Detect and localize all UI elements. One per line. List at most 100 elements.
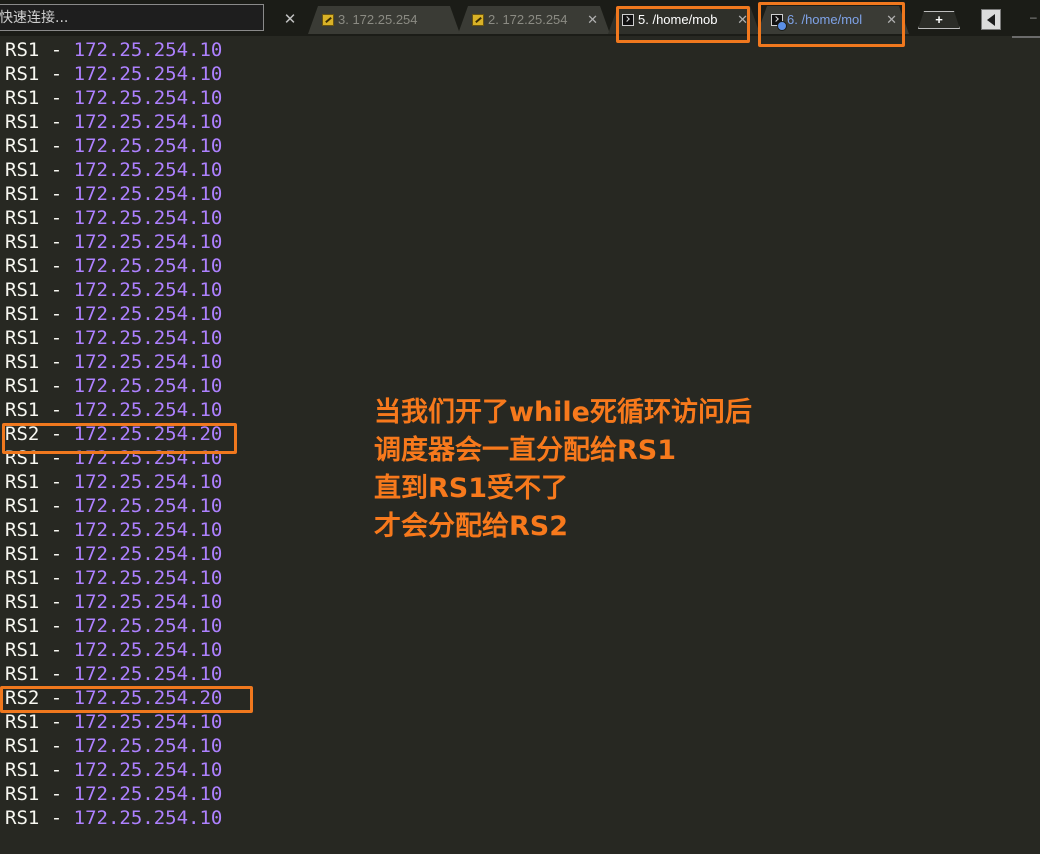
terminal-line: RS1 - 172.25.254.10 — [5, 518, 222, 542]
terminal-line: RS1 - 172.25.254.10 — [5, 758, 222, 782]
ip-address: 172.25.254.10 — [73, 591, 223, 613]
tab-session-3[interactable]: 3. 172.25.254 — [308, 6, 460, 34]
ip-address: 172.25.254.10 — [73, 543, 223, 565]
tab-overflow-mark: – — [1030, 10, 1037, 24]
key-icon — [472, 14, 484, 26]
server-name: RS1 — [5, 63, 40, 85]
ip-address: 172.25.254.10 — [73, 111, 223, 133]
highlight-tab-5 — [616, 6, 750, 43]
server-name: RS1 — [5, 111, 40, 133]
server-name: RS1 — [5, 255, 40, 277]
separator: - — [39, 591, 74, 613]
separator: - — [39, 327, 74, 349]
separator: - — [39, 207, 74, 229]
separator: - — [39, 231, 74, 253]
ip-address: 172.25.254.10 — [73, 759, 223, 781]
ip-address: 172.25.254.10 — [73, 255, 223, 277]
highlight-rs2-line-2 — [0, 686, 253, 713]
separator: - — [39, 519, 74, 541]
server-name: RS1 — [5, 591, 40, 613]
terminal-line: RS1 - 172.25.254.10 — [5, 302, 222, 326]
server-name: RS1 — [5, 279, 40, 301]
terminal-line: RS1 - 172.25.254.10 — [5, 782, 222, 806]
separator: - — [39, 567, 74, 589]
ip-address: 172.25.254.10 — [73, 399, 223, 421]
terminal-line: RS1 - 172.25.254.10 — [5, 590, 222, 614]
server-name: RS1 — [5, 567, 40, 589]
separator: - — [39, 183, 74, 205]
separator: - — [39, 711, 74, 733]
server-name: RS1 — [5, 615, 40, 637]
separator: - — [39, 759, 74, 781]
ip-address: 172.25.254.10 — [73, 375, 223, 397]
terminal-line: RS1 - 172.25.254.10 — [5, 638, 222, 662]
separator: - — [39, 543, 74, 565]
tab-label: 3. 172.25.254 — [338, 12, 418, 27]
separator: - — [39, 615, 74, 637]
annotation-line: 才会分配给RS2 — [374, 511, 569, 542]
ip-address: 172.25.254.10 — [73, 735, 223, 757]
server-name: RS1 — [5, 159, 40, 181]
ip-address: 172.25.254.10 — [73, 39, 223, 61]
terminal-line: RS1 - 172.25.254.10 — [5, 230, 222, 254]
ip-address: 172.25.254.10 — [73, 639, 223, 661]
new-tab-button[interactable]: + — [918, 11, 960, 29]
terminal-line: RS1 - 172.25.254.10 — [5, 350, 222, 374]
ip-address: 172.25.254.10 — [73, 207, 223, 229]
terminal-line: RS1 - 172.25.254.10 — [5, 374, 222, 398]
server-name: RS1 — [5, 711, 40, 733]
separator: - — [39, 399, 74, 421]
ip-address: 172.25.254.10 — [73, 615, 223, 637]
server-name: RS1 — [5, 303, 40, 325]
server-name: RS1 — [5, 663, 40, 685]
ip-address: 172.25.254.10 — [73, 159, 223, 181]
server-name: RS1 — [5, 639, 40, 661]
quick-connect-input[interactable] — [0, 4, 264, 31]
ip-address: 172.25.254.10 — [73, 711, 223, 733]
server-name: RS1 — [5, 327, 40, 349]
terminal-line: RS1 - 172.25.254.10 — [5, 398, 222, 422]
separator: - — [39, 255, 74, 277]
tab-session-2[interactable]: 2. 172.25.254 ✕ — [458, 6, 610, 34]
separator: - — [39, 111, 74, 133]
annotation-line: 当我们开了while死循环访问后 — [374, 397, 752, 428]
ip-address: 172.25.254.10 — [73, 663, 223, 685]
terminal-line: RS1 - 172.25.254.10 — [5, 182, 222, 206]
separator: - — [39, 279, 74, 301]
separator: - — [39, 39, 74, 61]
server-name: RS1 — [5, 519, 40, 541]
terminal-line: RS1 - 172.25.254.10 — [5, 806, 222, 830]
server-name: RS1 — [5, 735, 40, 757]
separator: - — [39, 303, 74, 325]
triangle-left-icon[interactable] — [981, 9, 1001, 30]
terminal-line: RS1 - 172.25.254.10 — [5, 662, 222, 686]
close-icon[interactable]: ✕ — [587, 6, 598, 34]
terminal-line: RS1 - 172.25.254.10 — [5, 62, 222, 86]
server-name: RS1 — [5, 183, 40, 205]
server-name: RS1 — [5, 399, 40, 421]
ip-address: 172.25.254.10 — [73, 135, 223, 157]
close-icon[interactable]: ✕ — [280, 8, 300, 32]
terminal-line: RS1 - 172.25.254.10 — [5, 86, 222, 110]
tab-label: 2. 172.25.254 — [488, 12, 568, 27]
ip-address: 172.25.254.10 — [73, 495, 223, 517]
separator: - — [39, 375, 74, 397]
terminal-line: RS1 - 172.25.254.10 — [5, 566, 222, 590]
terminal-line: RS1 - 172.25.254.10 — [5, 158, 222, 182]
separator: - — [39, 663, 74, 685]
terminal-line: RS1 - 172.25.254.10 — [5, 206, 222, 230]
terminal-line: RS1 - 172.25.254.10 — [5, 710, 222, 734]
terminal-line: RS1 - 172.25.254.10 — [5, 38, 222, 62]
annotation-line: 直到RS1受不了 — [374, 473, 569, 504]
separator: - — [39, 783, 74, 805]
key-icon — [322, 14, 334, 26]
separator: - — [39, 63, 74, 85]
ip-address: 172.25.254.10 — [73, 183, 223, 205]
ip-address: 172.25.254.10 — [73, 567, 223, 589]
server-name: RS1 — [5, 135, 40, 157]
separator: - — [39, 87, 74, 109]
server-name: RS1 — [5, 495, 40, 517]
terminal-line: RS1 - 172.25.254.10 — [5, 134, 222, 158]
server-name: RS1 — [5, 759, 40, 781]
separator: - — [39, 807, 74, 829]
